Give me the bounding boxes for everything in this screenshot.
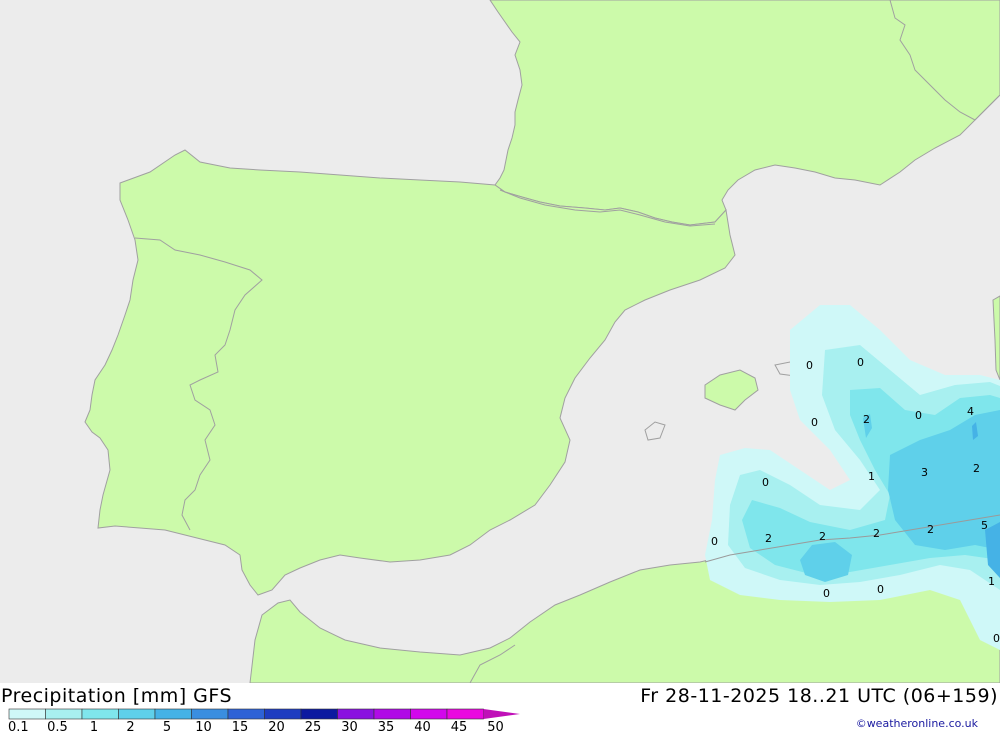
legend-label: 15 [232,720,249,733]
precip-value: 3 [921,466,928,479]
precip-value: 1 [988,575,995,588]
precip-value: 5 [981,519,988,532]
legend-label: 0.1 [8,720,29,733]
precip-value: 2 [927,523,934,536]
legend-label: 30 [341,720,358,733]
legend-swatches [8,708,520,720]
precip-value: 0 [915,409,922,422]
legend-swatch [227,708,265,720]
legend-label: 5 [163,720,171,733]
legend-label: 50 [487,720,504,733]
legend-swatch [81,708,119,720]
legend-label: 1 [90,720,98,733]
precip-value: 2 [863,413,870,426]
legend-swatch [154,708,192,720]
legend-swatch [264,708,302,720]
valid-time: Fr 28-11-2025 18..21 UTC (06+159) [640,685,998,707]
legend-arrow-icon [483,709,520,719]
precip-value: 2 [819,530,826,543]
legend-swatch [373,708,411,720]
credit-link[interactable]: ©weatheronline.co.uk [856,717,978,730]
precip-value: 0 [877,583,884,596]
legend-swatch [118,708,156,720]
precip-value: 2 [873,527,880,540]
precip-value: 0 [811,416,818,429]
precip-value: 2 [973,462,980,475]
precip-value: 2 [765,532,772,545]
precip-value: 0 [857,356,864,369]
precip-value: 0 [993,632,1000,645]
precip-value: 0 [806,359,813,372]
precipitation-legend: 0.1 0.5 1 2 5 10 15 20 25 30 35 40 45 50 [8,708,520,733]
legend-label: 2 [126,720,134,733]
map-footer: Precipitation [mm] GFS Fr 28-11-2025 18.… [0,683,1000,733]
legend-swatch [191,708,229,720]
legend-swatch [446,708,484,720]
precip-value: 0 [762,476,769,489]
legend-label: 35 [378,720,395,733]
legend-swatch [300,708,338,720]
precip-value: 1 [868,470,875,483]
legend-swatch [8,708,46,720]
legend-swatch [410,708,448,720]
legend-label: 40 [414,720,431,733]
legend-label: 45 [451,720,468,733]
legend-label: 20 [268,720,285,733]
legend-label: 25 [305,720,322,733]
legend-label: 0.5 [47,720,68,733]
precip-value: 0 [711,535,718,548]
legend-label: 10 [195,720,212,733]
precip-value: 4 [967,405,974,418]
legend-swatch [45,708,83,720]
legend-labels: 0.1 0.5 1 2 5 10 15 20 25 30 35 40 45 50 [8,720,504,733]
precip-value: 0 [823,587,830,600]
product-title: Precipitation [mm] GFS [1,685,233,707]
precipitation-map: 0 0 0 2 0 4 1 3 2 0 0 2 2 2 2 5 1 0 0 0 [0,0,1000,683]
legend-swatch [337,708,375,720]
